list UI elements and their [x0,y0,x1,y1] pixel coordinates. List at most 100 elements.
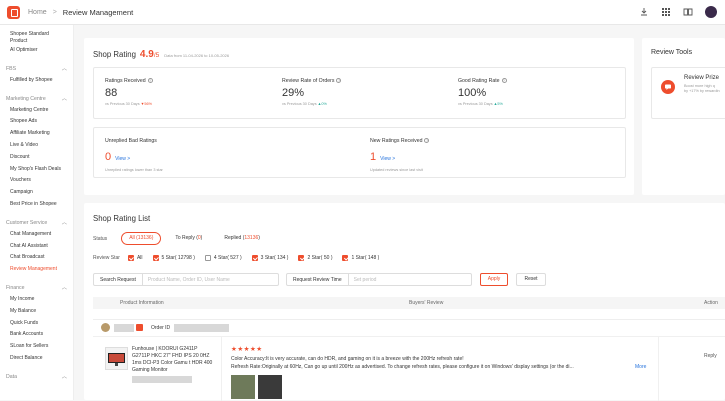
sidebar-item-chat-ai[interactable]: Chat AI Assistant [0,241,73,253]
tab-status-replied[interactable]: Replied (13136) [216,232,268,245]
new-ratings-sub: Updated reviews since last visit [370,168,423,172]
metric-compare: vs Previous 30 Days [282,102,317,106]
sidebar-item-affiliate[interactable]: Affiliate Marketing [0,128,73,140]
sidebar-item-shopee-standard[interactable]: Shopee Standard [0,31,73,38]
column-product-info: Product Information [120,300,164,306]
metric-value: 100% [458,87,487,99]
checkbox-checked-icon [342,255,349,261]
table-header: Product Information Buyers' Review Actio… [93,297,725,309]
review-time-input[interactable]: Set period [349,277,382,283]
shop-rating-card: Shop Rating 4.9 /5 Data from 11-04-2026 … [84,38,634,195]
sidebar-item-chat-management[interactable]: Chat Management [0,229,73,241]
sidebar-item-marketing-centre[interactable]: Marketing Centre [0,105,73,117]
sidebar-item-best-price[interactable]: Best Price in Shopee [0,199,73,211]
sidebar-section-data[interactable]: Data ︿ [0,371,73,383]
star-filter-5[interactable]: 5 Star( 12798 ) [152,255,195,261]
breadcrumb-home[interactable]: Home [28,9,47,16]
sidebar-item-fulfilled-by-shopee[interactable]: Fulfilled by Shopee [0,75,73,87]
search-request-label: Search Request [94,274,143,285]
sidebar-item-my-balance[interactable]: My Balance [0,306,73,318]
new-ratings-label: New Ratings Received [370,138,423,144]
metric-value: 29% [282,87,305,99]
book-icon[interactable] [683,7,693,17]
tab-status-all[interactable]: All (13136) [121,232,162,245]
review-prize-box[interactable]: Review Prize Boost more high q by +17% b… [651,67,725,119]
review-tools-title: Review Tools [651,49,693,56]
sidebar-item-my-income[interactable]: My Income [0,294,73,306]
unreplied-label: Unreplied Bad Ratings [105,138,157,144]
review-prize-desc-2: by +17% by rewardin [684,89,720,93]
sidebar-section-finance[interactable]: Finance ︿ [0,282,73,294]
sidebar-item-chat-broadcast[interactable]: Chat Broadcast [0,252,73,264]
review-text-line-1: Color Accuracy:It is very accurate, can … [231,356,464,362]
metric-value: 88 [105,87,118,99]
sidebar-section-fbs[interactable]: FBS ︿ [0,63,73,75]
sidebar-item-flash-deals[interactable]: My Shop's Flash Deals [0,164,73,176]
shop-rating-denominator: /5 [153,52,160,59]
shop-rating-score: 4.9 [139,49,154,60]
review-tools-card: Review Tools Review Prize Boost more hig… [642,38,725,195]
star-filter-all[interactable]: All [127,255,143,261]
review-photo-1[interactable] [231,375,255,399]
review-time-field[interactable]: Request Review Time Set period [286,273,472,286]
star-filter-4[interactable]: 4 Star( 527 ) [204,255,242,261]
star-filter-label: 1 Star( 148 ) [351,255,380,261]
metric-label: Review Rate of Orders [282,78,335,84]
shop-rating-title: Shop Rating [93,50,136,59]
star-filter-1[interactable]: 1 Star( 148 ) [342,255,379,261]
chat-icon[interactable] [136,324,143,331]
order-id-redacted [174,323,230,332]
unreplied-view-link[interactable]: View > [115,156,130,162]
column-action: Action [704,300,718,306]
sidebar-item-sloan[interactable]: SLoan for Sellers [0,341,73,353]
apps-grid-icon[interactable] [661,7,671,17]
reply-button[interactable]: Reply [704,353,717,359]
product-thumbnail[interactable] [105,347,128,370]
download-icon[interactable] [639,7,649,17]
star-filter-2[interactable]: 2 Star( 50 ) [298,255,332,261]
review-text-line-2: Refresh Rate:Originally at 60Hz, Can go … [231,363,653,371]
sidebar-item-review-management[interactable]: Review Management [0,264,73,276]
sidebar-item-direct-balance[interactable]: Direct Balance [0,353,73,365]
breadcrumb-current: Review Management [62,7,134,17]
user-avatar[interactable] [705,6,717,18]
review-star-label: Review Star [93,255,120,261]
shopee-logo-icon[interactable] [7,5,20,19]
review-more-link[interactable]: More [633,363,647,371]
product-name[interactable]: Funhouse | KOORUI G2411P G2711P HKC 27" … [132,346,214,374]
chevron-up-icon: ︿ [61,284,67,291]
sidebar-item-discount[interactable]: Discount [0,152,73,164]
new-ratings-view-link[interactable]: View > [380,156,395,162]
sidebar-item-product[interactable]: Product [0,38,73,45]
review-photo-2[interactable] [258,375,282,399]
tab-status-to-reply[interactable]: To Reply (0) [167,232,210,245]
metrics-box: Ratings Received? 88 vs Previous 30 Days… [93,67,626,119]
search-request-field[interactable]: Search Request Product Name, Order ID, U… [93,273,279,286]
unreplied-sub: Unreplied ratings lower than 3 star [105,168,163,172]
star-filter-label: 3 Star( 134 ) [260,255,289,261]
sidebar-item-quick-funds[interactable]: Quick Funds [0,318,73,330]
sidebar-item-shopee-ads[interactable]: Shopee Ads [0,116,73,128]
metric-compare: vs Previous 30 Days [105,102,140,106]
apply-button[interactable]: Apply [480,273,508,286]
star-filter-3[interactable]: 3 Star( 134 ) [251,255,289,261]
help-icon[interactable]: ? [424,138,430,144]
sidebar-item-live-video[interactable]: Live & Video [0,140,73,152]
sidebar-item-vouchers[interactable]: Vouchers [0,175,73,187]
review-prize-desc-1: Boost more high q [684,84,715,88]
sidebar-item-ai-optimiser[interactable]: AI Optimiser [0,45,73,57]
help-icon[interactable]: ? [147,78,153,84]
search-request-input[interactable]: Product Name, Order ID, User Name [143,277,235,283]
metric-change: ▼56% [140,102,153,106]
rating-list-card: Shop Rating List Status All (13136) To R… [84,203,725,401]
star-filter-label: 4 Star( 527 ) [213,255,242,261]
sidebar-item-campaign[interactable]: Campaign [0,187,73,199]
sidebar-section-customer-service[interactable]: Customer Service ︿ [0,217,73,229]
help-icon[interactable]: ? [501,78,507,84]
sidebar-section-marketing[interactable]: Marketing Centre ︿ [0,93,73,105]
reset-button[interactable]: Reset [516,273,546,286]
help-icon[interactable]: ? [336,78,342,84]
sidebar-item-bank-accounts[interactable]: Bank Accounts [0,329,73,341]
product-variant-redacted [132,376,192,383]
checkbox-checked-icon [152,255,159,261]
